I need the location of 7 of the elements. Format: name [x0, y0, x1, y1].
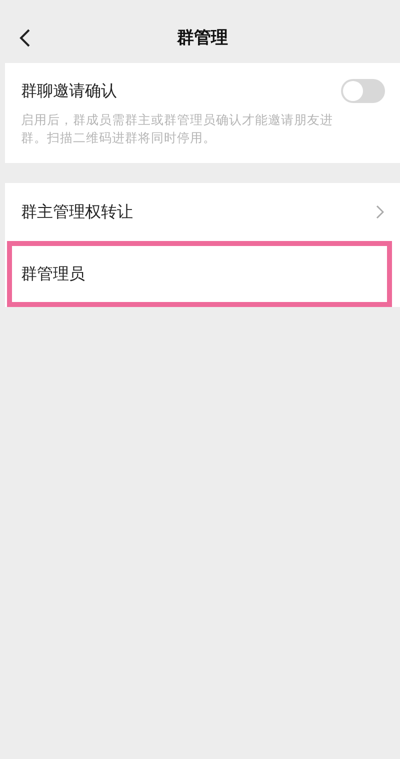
menu-item[interactable]: 群主管理权转让 [5, 183, 400, 241]
toggle-switch[interactable] [341, 79, 385, 103]
chevron-icon [376, 205, 384, 219]
menu-item[interactable]: 群管理员 [7, 241, 392, 307]
page-title: 群管理 [177, 26, 228, 48]
setting-description: 启用后，群成员需群主或群管理员确认才能邀请朋友进群。扫描二维码进群将同时停用。 [21, 111, 334, 147]
setting-label: 群聊邀请确认 [21, 80, 117, 102]
